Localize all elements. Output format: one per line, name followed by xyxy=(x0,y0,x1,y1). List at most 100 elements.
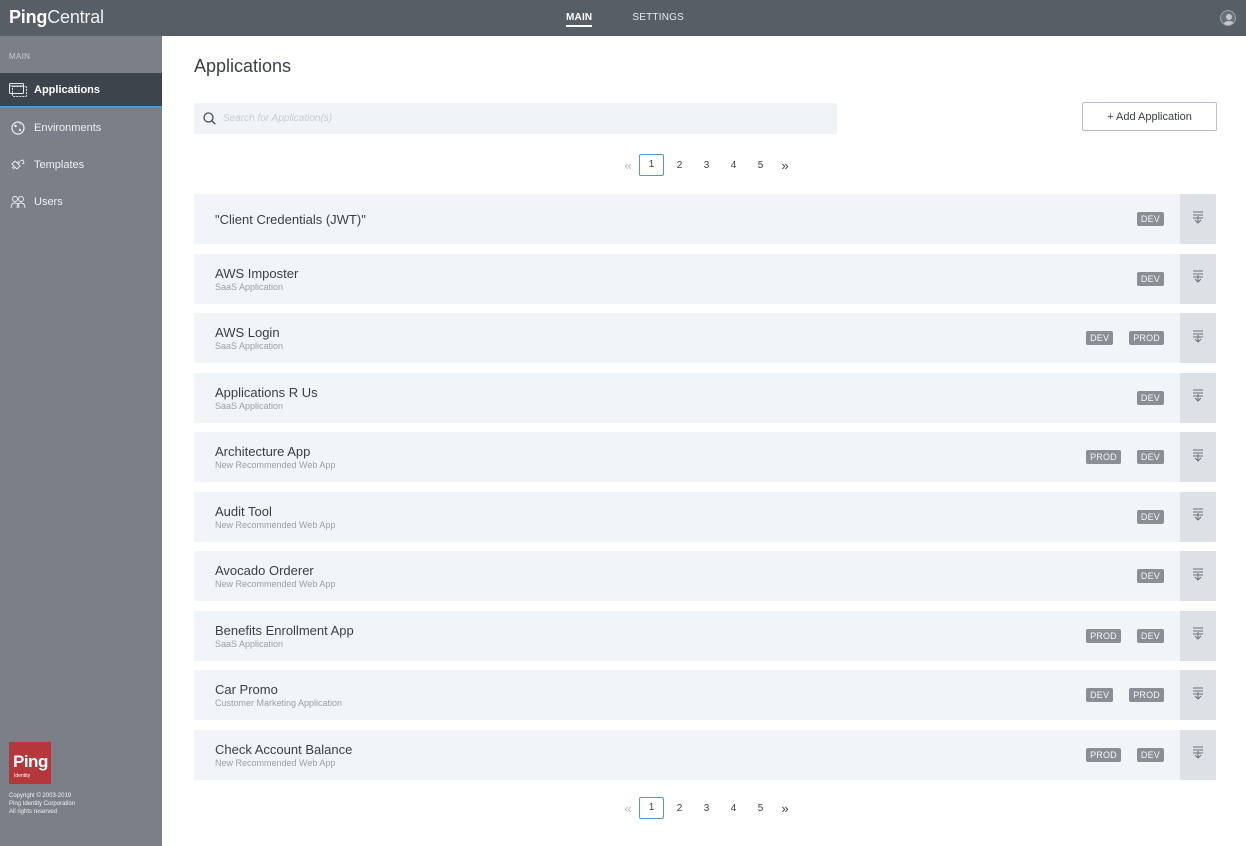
sidebar-item-applications[interactable]: Applications xyxy=(0,73,162,108)
application-row[interactable]: AWS Imposter SaaS Application DEV xyxy=(194,253,1216,304)
row-actions-button[interactable] xyxy=(1180,551,1216,601)
application-name[interactable]: Avocado Orderer xyxy=(215,563,335,578)
ping-logo-text: Ping xyxy=(13,752,48,771)
application-row[interactable]: Audit Tool New Recommended Web App DEV xyxy=(194,491,1216,542)
application-type: New Recommended Web App xyxy=(215,519,336,530)
next-page-button[interactable]: » xyxy=(774,801,796,816)
application-row[interactable]: "Client Credentials (JWT)" DEV xyxy=(194,194,1216,244)
page-button-1[interactable]: 1 xyxy=(639,797,664,819)
environment-badge: DEV xyxy=(1086,331,1114,345)
application-name[interactable]: Benefits Enrollment App xyxy=(215,623,354,638)
page-button-5[interactable]: 5 xyxy=(747,803,774,814)
top-nav: MAIN SETTINGS xyxy=(566,0,724,36)
row-actions-button[interactable] xyxy=(1180,313,1216,363)
prev-page-button[interactable]: « xyxy=(617,801,639,816)
sidebar-item-users[interactable]: Users xyxy=(0,184,162,219)
page-button-4[interactable]: 4 xyxy=(720,803,747,814)
environment-badge: DEV xyxy=(1136,628,1164,643)
application-row[interactable]: Benefits Enrollment App SaaS Application P… xyxy=(194,610,1216,661)
add-application-button[interactable]: + Add Application xyxy=(1082,102,1217,131)
nav-tab-main[interactable]: MAIN xyxy=(566,0,593,36)
sidebar-item-environments[interactable]: Environments xyxy=(0,110,162,145)
search-input[interactable] xyxy=(223,113,823,124)
application-name[interactable]: Car Promo xyxy=(215,682,342,697)
next-page-button[interactable]: » xyxy=(774,158,796,173)
page-button-5[interactable]: 5 xyxy=(747,160,774,171)
page-button-4[interactable]: 4 xyxy=(720,160,747,171)
application-type: New Recommended Web App xyxy=(215,460,336,470)
application-info: Audit Tool New Recommended Web App xyxy=(215,492,335,542)
application-row[interactable]: AWS Login SaaS Application DEV PROD xyxy=(194,313,1216,363)
search-icon xyxy=(203,112,216,125)
application-name[interactable]: AWS Login xyxy=(215,325,283,340)
sidebar-item-label: Templates xyxy=(34,158,85,171)
environment-tags: DEV PROD xyxy=(1070,670,1164,720)
application-info: AWS Imposter SaaS Application xyxy=(215,254,298,304)
row-actions-button[interactable] xyxy=(1180,670,1216,720)
expand-menu-icon xyxy=(1192,448,1204,467)
application-name[interactable]: Audit Tool xyxy=(215,504,335,519)
application-info: "Client Credentials (JWT)" xyxy=(215,194,366,244)
environment-tags: PROD DEV xyxy=(1070,432,1164,482)
pingcentral-logo[interactable]: PingCentral xyxy=(9,7,104,28)
row-actions-button[interactable] xyxy=(1180,372,1216,423)
top-bar: PingCentral MAIN SETTINGS xyxy=(0,0,1246,36)
application-name[interactable]: Applications R Us xyxy=(215,385,318,400)
application-name[interactable]: Architecture App xyxy=(215,444,335,459)
application-info: Avocado Orderer New Recommended Web App xyxy=(215,551,335,601)
environment-tags: DEV xyxy=(1121,254,1164,304)
environment-badge: DEV xyxy=(1086,688,1114,702)
application-name[interactable]: AWS Imposter xyxy=(215,266,298,281)
prev-page-button[interactable]: « xyxy=(617,158,639,173)
sidebar-item-label: Applications xyxy=(34,83,101,96)
application-row[interactable]: Applications R Us SaaS Application DEV xyxy=(194,372,1216,423)
application-type: SaaS Application xyxy=(215,638,284,649)
environment-badge: PROD xyxy=(1129,688,1164,702)
page-button-1[interactable]: 1 xyxy=(639,154,664,176)
row-actions-button[interactable] xyxy=(1180,610,1216,661)
page-button-2[interactable]: 2 xyxy=(666,803,693,814)
application-type: SaaS Application xyxy=(215,341,284,351)
environment-badge: PROD xyxy=(1086,628,1121,643)
main-content: Applications + Add Application « 1 2 3 4… xyxy=(162,36,1246,846)
page-button-3[interactable]: 3 xyxy=(693,803,720,814)
row-actions-button[interactable] xyxy=(1180,194,1216,244)
application-type: New Recommended Web App xyxy=(215,579,336,589)
user-menu-button[interactable] xyxy=(1220,10,1236,26)
application-info: AWS Login SaaS Application xyxy=(215,313,283,363)
copyright-line: Ping Identity Corporation xyxy=(9,801,76,807)
sidebar-item-templates[interactable]: Templates xyxy=(0,147,162,182)
sidebar: MAIN Applications Environments Templates… xyxy=(0,36,162,846)
sidebar-item-label: Environments xyxy=(34,121,102,134)
nav-tab-settings[interactable]: SETTINGS xyxy=(632,0,684,36)
page-button-3[interactable]: 3 xyxy=(693,160,720,171)
environment-badge: PROD xyxy=(1086,450,1121,464)
application-name[interactable]: Check Account Balance xyxy=(215,742,352,757)
application-name[interactable]: "Client Credentials (JWT)" xyxy=(215,212,366,227)
expand-menu-icon xyxy=(1192,329,1204,348)
expand-menu-icon xyxy=(1192,507,1204,526)
environment-badge: DEV xyxy=(1136,212,1164,226)
environment-badge: PROD xyxy=(1086,747,1121,762)
application-row[interactable]: Check Account Balance New Recommended Web… xyxy=(194,729,1216,780)
application-info: Benefits Enrollment App SaaS Application xyxy=(215,611,354,661)
environment-badge: DEV xyxy=(1136,450,1164,464)
row-actions-button[interactable] xyxy=(1180,729,1216,780)
row-actions-button[interactable] xyxy=(1180,432,1216,482)
ping-identity-logo: Ping Identity xyxy=(9,742,51,784)
row-actions-button[interactable] xyxy=(1180,253,1216,304)
page-button-2[interactable]: 2 xyxy=(666,160,693,171)
row-actions-button[interactable] xyxy=(1180,491,1216,542)
environment-tags: DEV PROD xyxy=(1070,313,1164,363)
expand-menu-icon xyxy=(1192,210,1204,229)
copyright-line: Copyright © 2003-2019 xyxy=(9,793,72,799)
application-row[interactable]: Car Promo Customer Marketing Application D… xyxy=(194,670,1216,720)
application-row[interactable]: Architecture App New Recommended Web App P… xyxy=(194,432,1216,482)
sidebar-item-label: Users xyxy=(34,195,63,208)
applications-icon xyxy=(9,82,27,97)
expand-menu-icon xyxy=(1192,686,1204,705)
environment-tags: PROD DEV xyxy=(1070,611,1164,661)
environment-tags: DEV xyxy=(1121,194,1164,244)
application-row[interactable]: Avocado Orderer New Recommended Web App DE… xyxy=(194,551,1216,601)
environment-badge: DEV xyxy=(1136,747,1164,762)
